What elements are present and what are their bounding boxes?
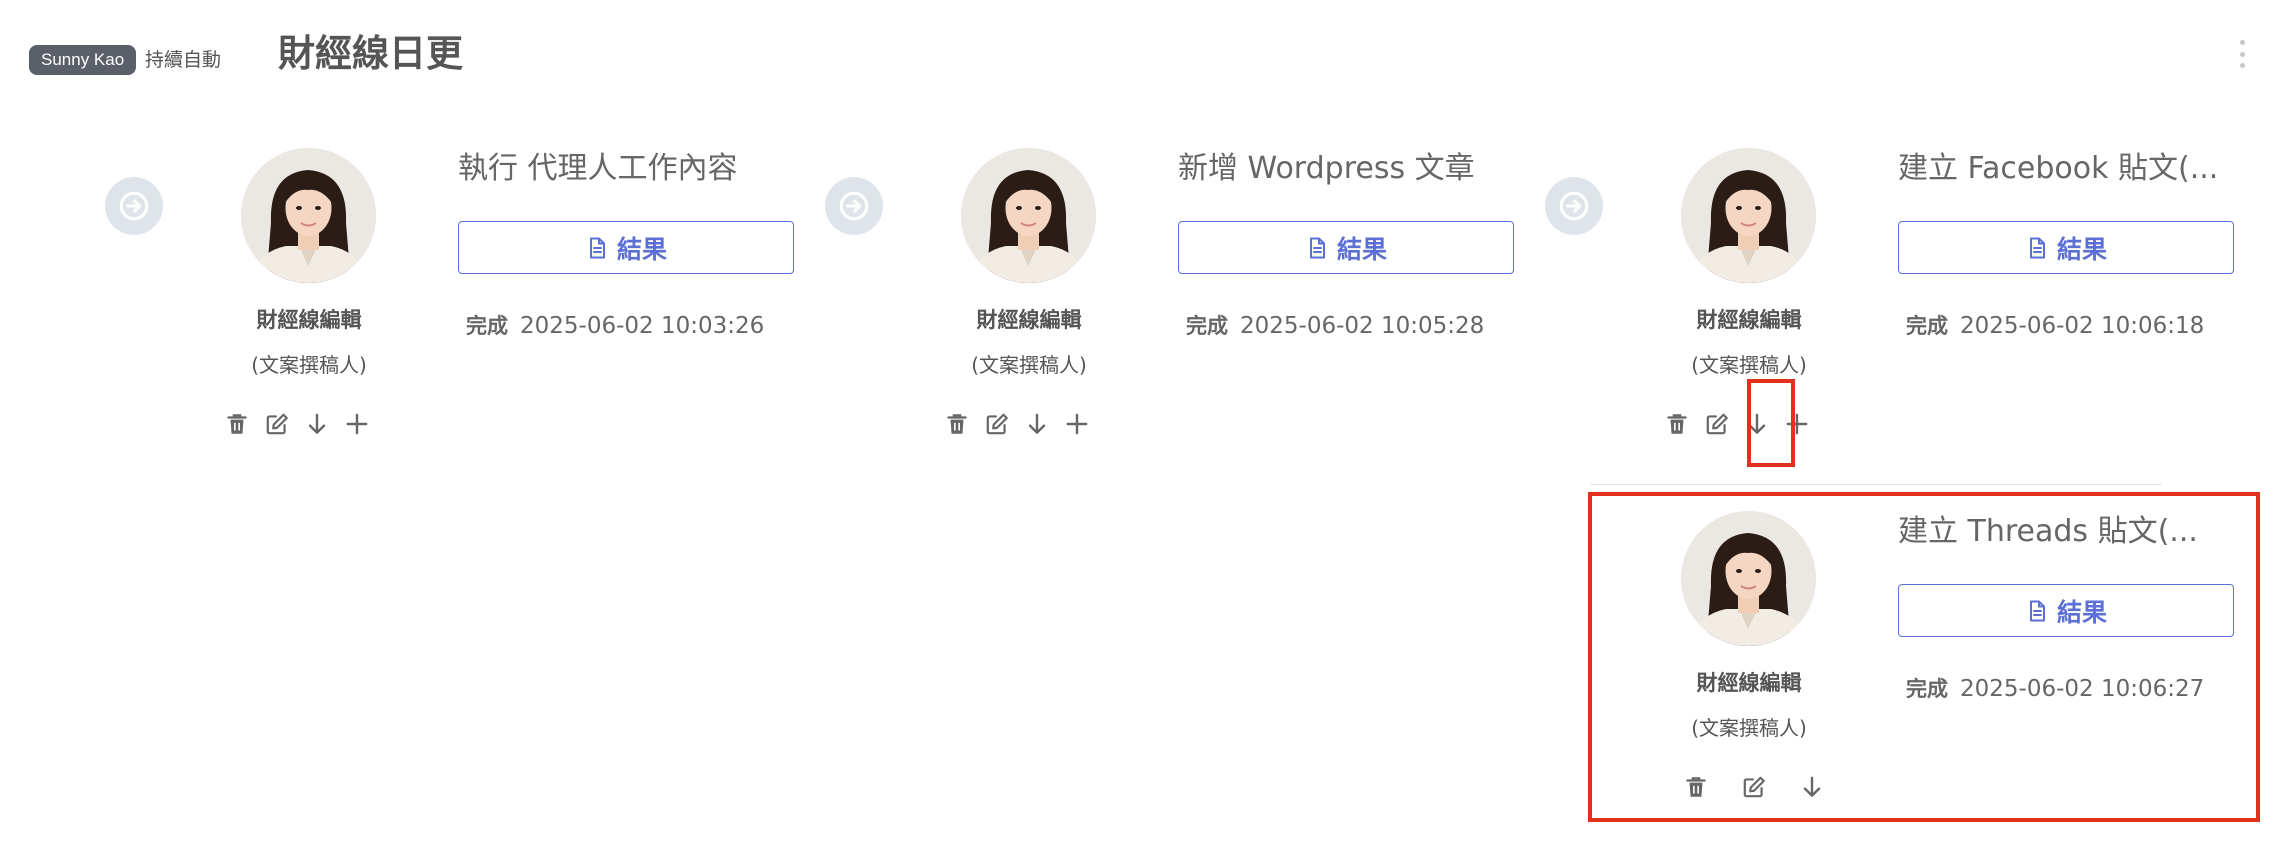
result-label: 結果 [2056,234,2107,264]
edit-icon [984,411,1010,437]
step-actions [937,406,1097,442]
avatar [961,148,1096,283]
result-button[interactable]: 結果 [1898,221,2234,274]
result-label: 結果 [1336,234,1387,264]
file-icon [2025,236,2049,260]
step-status: 完成 2025-06-02 10:03:26 [466,310,764,342]
status-time: 2025-06-02 10:06:18 [1960,313,2205,339]
edit-button[interactable] [977,406,1017,442]
file-icon [585,236,609,260]
edit-icon [1704,411,1730,437]
trash-icon [944,411,970,437]
agent-name: 財經線編輯 [256,308,362,332]
agent-name: 財經線編輯 [976,308,1082,332]
plus-icon [344,411,370,437]
avatar [1681,148,1816,283]
agent-name: 財經線編輯 [1696,308,1802,332]
step-title: 新增 Wordpress 文章 [1178,151,1475,186]
delete-button[interactable] [937,406,977,442]
status-label: 完成 [1186,314,1228,338]
highlight-annotation [1588,492,2260,822]
move-down-button[interactable] [297,406,337,442]
step-status: 完成 2025-06-02 10:06:18 [1906,310,2204,342]
result-button[interactable]: 結果 [1178,221,1514,274]
arrow-down-icon [304,411,330,437]
step-status: 完成 2025-06-02 10:05:28 [1186,310,1484,342]
agent-role: (文案撰稿人) [1691,353,1807,377]
trash-icon [224,411,250,437]
highlight-annotation [1747,379,1795,467]
kebab-menu-icon[interactable] [2238,40,2246,68]
arrow-right-circle-icon [825,177,883,235]
workflow-tag: 持續自動 [145,49,222,71]
arrow-right-circle-icon [1545,177,1603,235]
status-label: 完成 [1906,314,1948,338]
step-title: 建立 Facebook 貼文(... [1898,151,2219,186]
edit-button[interactable] [1697,406,1737,442]
step-actions [217,406,377,442]
add-step-button[interactable] [1057,406,1097,442]
edit-icon [264,411,290,437]
agent-role: (文案撰稿人) [971,353,1087,377]
user-badge: Sunny Kao [29,45,137,75]
divider [1590,484,2162,485]
trash-icon [1664,411,1690,437]
arrow-right-circle-icon [105,177,163,235]
plus-icon [1064,411,1090,437]
delete-button[interactable] [1657,406,1697,442]
move-down-button[interactable] [1017,406,1057,442]
agent-role: (文案撰稿人) [251,353,367,377]
arrow-down-icon [1024,411,1050,437]
status-time: 2025-06-02 10:03:26 [520,313,765,339]
edit-button[interactable] [257,406,297,442]
add-step-button[interactable] [337,406,377,442]
delete-button[interactable] [217,406,257,442]
status-time: 2025-06-02 10:05:28 [1240,313,1485,339]
file-icon [1305,236,1329,260]
avatar [241,148,376,283]
result-button[interactable]: 結果 [458,221,794,274]
result-label: 結果 [616,234,667,264]
status-label: 完成 [466,314,508,338]
page-title: 財經線日更 [278,32,463,75]
step-title: 執行 代理人工作內容 [458,151,738,186]
